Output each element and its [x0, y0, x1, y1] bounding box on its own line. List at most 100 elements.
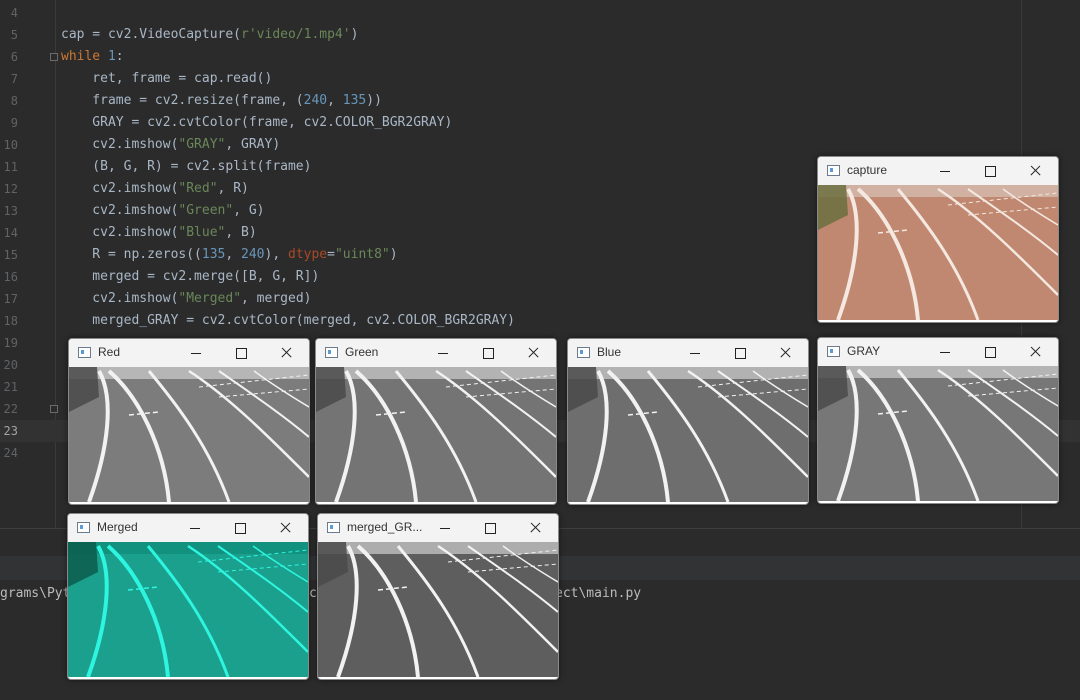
code-text[interactable]: ret, frame = cap.read()	[61, 68, 272, 90]
maximize-icon[interactable]	[723, 339, 757, 367]
window-app-icon	[827, 165, 840, 176]
video-frame	[316, 367, 556, 502]
window-title: Merged	[97, 520, 138, 534]
track-image	[818, 366, 1058, 501]
line-number: 8	[10, 94, 18, 108]
close-icon[interactable]	[516, 339, 550, 367]
line-number: 12	[3, 182, 18, 196]
maximize-icon[interactable]	[973, 157, 1007, 185]
close-icon[interactable]	[518, 514, 552, 542]
line-number: 20	[3, 358, 18, 372]
code-text[interactable]: cv2.imshow("GRAY", GRAY)	[61, 134, 280, 156]
video-frame	[318, 542, 558, 677]
window-titlebar[interactable]: capture	[818, 157, 1058, 185]
run-output-right: ect\main.py	[555, 586, 642, 601]
code-text[interactable]: merged_GRAY = cv2.cvtColor(merged, cv2.C…	[61, 310, 515, 332]
window-titlebar[interactable]: Red	[69, 339, 309, 367]
window-app-icon	[327, 522, 340, 533]
line-number: 4	[10, 6, 18, 20]
line-number: 5	[10, 28, 18, 42]
minimize-icon[interactable]	[678, 339, 712, 367]
code-text[interactable]: cv2.imshow("Red", R)	[61, 178, 249, 200]
window-app-icon	[827, 346, 840, 357]
minimize-icon[interactable]	[179, 339, 213, 367]
track-image	[68, 542, 308, 677]
line-number: 9	[10, 116, 18, 130]
window-titlebar[interactable]: GRAY	[818, 338, 1058, 366]
maximize-icon[interactable]	[224, 339, 258, 367]
window-titlebar[interactable]: Blue	[568, 339, 808, 367]
code-text[interactable]: cv2.imshow("Blue", B)	[61, 222, 256, 244]
video-frame	[818, 185, 1058, 320]
track-image	[69, 367, 309, 502]
run-output-left: grams\Pyt	[0, 586, 71, 601]
video-frame	[568, 367, 808, 502]
code-line[interactable]: 7 ret, frame = cap.read()	[0, 68, 1080, 90]
code-text[interactable]: GRAY = cv2.cvtColor(frame, cv2.COLOR_BGR…	[61, 112, 452, 134]
fold-marker-icon[interactable]	[50, 405, 58, 413]
close-icon[interactable]	[268, 514, 302, 542]
line-number: 15	[3, 248, 18, 262]
code-text[interactable]: while 1:	[61, 46, 124, 68]
line-number: 24	[3, 446, 18, 460]
code-text[interactable]: (B, G, R) = cv2.split(frame)	[61, 156, 311, 178]
track-image	[568, 367, 808, 502]
close-icon[interactable]	[768, 339, 802, 367]
window-title: merged_GR...	[347, 520, 423, 534]
minimize-icon[interactable]	[428, 514, 462, 542]
code-text[interactable]: cv2.imshow("Merged", merged)	[61, 288, 311, 310]
video-frame	[69, 367, 309, 502]
line-number: 19	[3, 336, 18, 350]
maximize-icon[interactable]	[473, 514, 507, 542]
close-icon[interactable]	[1018, 338, 1052, 366]
minimize-icon[interactable]	[928, 157, 962, 185]
code-line[interactable]: 8 frame = cv2.resize(frame, (240, 135))	[0, 90, 1080, 112]
red-window[interactable]: Red	[68, 338, 310, 505]
track-image	[818, 185, 1058, 320]
minimize-icon[interactable]	[426, 339, 460, 367]
fold-marker-icon[interactable]	[50, 53, 58, 61]
window-app-icon	[78, 347, 91, 358]
line-number: 18	[3, 314, 18, 328]
merged-window[interactable]: Merged	[67, 513, 309, 680]
line-number: 21	[3, 380, 18, 394]
line-number: 14	[3, 226, 18, 240]
window-app-icon	[577, 347, 590, 358]
gray-window[interactable]: GRAY	[817, 337, 1059, 504]
capture-window[interactable]: capture	[817, 156, 1059, 323]
window-titlebar[interactable]: Green	[316, 339, 556, 367]
window-app-icon	[325, 347, 338, 358]
code-line[interactable]: 9 GRAY = cv2.cvtColor(frame, cv2.COLOR_B…	[0, 112, 1080, 134]
maximize-icon[interactable]	[223, 514, 257, 542]
window-titlebar[interactable]: merged_GR...	[318, 514, 558, 542]
code-line[interactable]: 6 while 1:	[0, 46, 1080, 68]
video-frame	[818, 366, 1058, 501]
window-title: GRAY	[847, 344, 881, 358]
window-title: Green	[345, 345, 379, 359]
code-text[interactable]: cap = cv2.VideoCapture(r'video/1.mp4')	[61, 24, 358, 46]
window-title: Red	[98, 345, 121, 359]
code-line[interactable]: 4	[0, 2, 1080, 24]
code-text[interactable]: frame = cv2.resize(frame, (240, 135))	[61, 90, 382, 112]
merged-gray-window[interactable]: merged_GR...	[317, 513, 559, 680]
window-app-icon	[77, 522, 90, 533]
minimize-icon[interactable]	[178, 514, 212, 542]
code-text[interactable]: merged = cv2.merge([B, G, R])	[61, 266, 319, 288]
green-window[interactable]: Green	[315, 338, 557, 505]
code-line[interactable]: 10 cv2.imshow("GRAY", GRAY)	[0, 134, 1080, 156]
blue-window[interactable]: Blue	[567, 338, 809, 505]
line-number: 16	[3, 270, 18, 284]
line-number: 23	[3, 424, 18, 438]
close-icon[interactable]	[269, 339, 303, 367]
window-titlebar[interactable]: Merged	[68, 514, 308, 542]
maximize-icon[interactable]	[973, 338, 1007, 366]
code-text[interactable]: cv2.imshow("Green", G)	[61, 200, 264, 222]
close-icon[interactable]	[1018, 157, 1052, 185]
line-number: 22	[3, 402, 18, 416]
code-line[interactable]: 5 cap = cv2.VideoCapture(r'video/1.mp4')	[0, 24, 1080, 46]
line-number: 7	[10, 72, 18, 86]
maximize-icon[interactable]	[471, 339, 505, 367]
video-frame	[68, 542, 308, 677]
code-text[interactable]: R = np.zeros((135, 240), dtype="uint8")	[61, 244, 397, 266]
minimize-icon[interactable]	[928, 338, 962, 366]
